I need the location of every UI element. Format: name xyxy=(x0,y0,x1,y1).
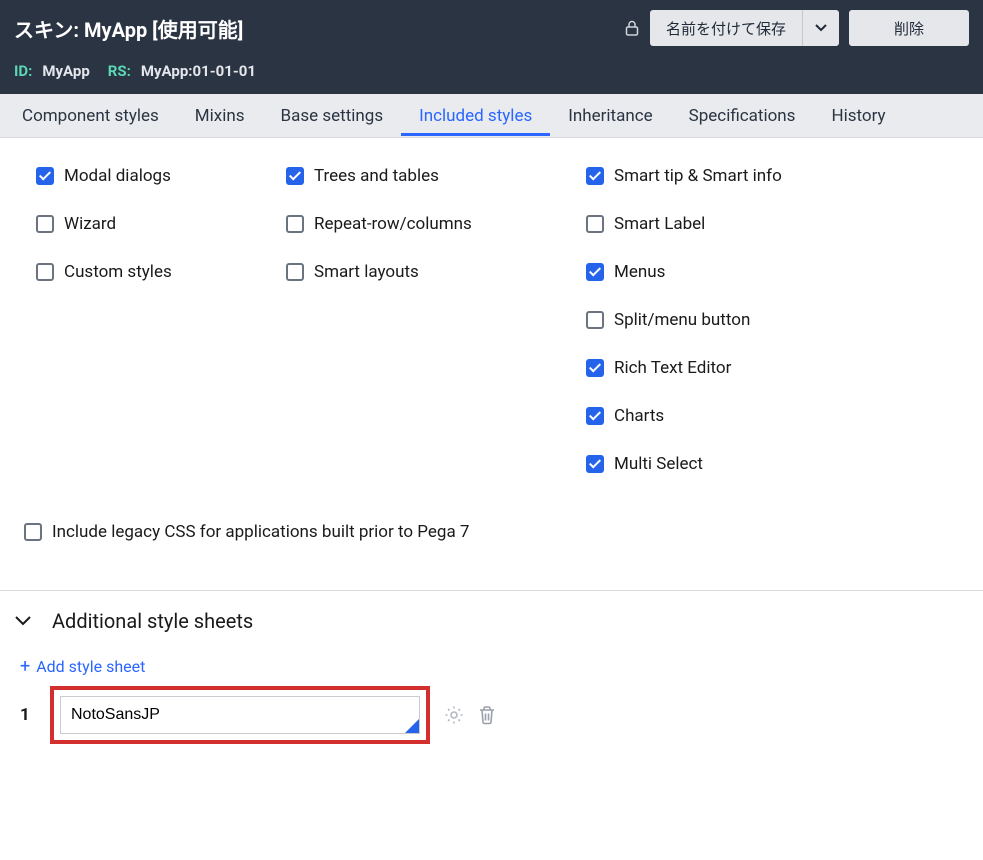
checkbox-input[interactable] xyxy=(586,359,604,377)
row-index: 1 xyxy=(20,705,36,725)
checkbox-label: Smart Label xyxy=(614,214,705,234)
style-sheet-row: 1 xyxy=(0,686,983,768)
checkbox-trees-tables[interactable]: Trees and tables xyxy=(286,166,546,186)
legacy-css-row: Include legacy CSS for applications buil… xyxy=(24,522,947,570)
tab-specifications[interactable]: Specifications xyxy=(671,96,814,136)
add-style-sheet-label: Add style sheet xyxy=(36,657,145,676)
checkbox-input[interactable] xyxy=(586,167,604,185)
checkbox-col-1: Modal dialogs Wizard Custom styles xyxy=(36,166,246,474)
checkbox-label: Smart tip & Smart info xyxy=(614,166,782,186)
checkbox-input[interactable] xyxy=(586,263,604,281)
gear-icon[interactable] xyxy=(444,705,464,725)
additional-styles-header: Additional style sheets xyxy=(0,591,983,651)
checkbox-wizard[interactable]: Wizard xyxy=(36,214,246,234)
rs-label: RS: xyxy=(108,62,131,80)
chevron-down-icon[interactable] xyxy=(14,612,32,630)
checkbox-label: Smart layouts xyxy=(314,262,419,282)
tab-history[interactable]: History xyxy=(813,96,903,136)
style-sheet-input[interactable] xyxy=(60,696,420,734)
checkbox-label: Include legacy CSS for applications buil… xyxy=(52,522,470,542)
checkbox-smart-label[interactable]: Smart Label xyxy=(586,214,947,234)
checkbox-label: Custom styles xyxy=(64,262,172,282)
input-wrap xyxy=(60,696,420,734)
tab-content: Modal dialogs Wizard Custom styles Trees… xyxy=(0,138,983,590)
tab-component-styles[interactable]: Component styles xyxy=(4,96,177,136)
checkbox-grid: Modal dialogs Wizard Custom styles Trees… xyxy=(36,166,947,474)
highlight-box xyxy=(50,686,430,744)
row-actions xyxy=(444,705,496,725)
lock-icon xyxy=(624,18,640,38)
checkbox-input[interactable] xyxy=(286,215,304,233)
tab-inheritance[interactable]: Inheritance xyxy=(550,96,670,136)
checkbox-input[interactable] xyxy=(586,311,604,329)
save-as-caret-button[interactable] xyxy=(803,10,839,46)
checkbox-split-menu-button[interactable]: Split/menu button xyxy=(586,310,947,330)
checkbox-multi-select[interactable]: Multi Select xyxy=(586,454,947,474)
checkbox-modal-dialogs[interactable]: Modal dialogs xyxy=(36,166,246,186)
id-label: ID: xyxy=(14,62,32,80)
checkbox-input[interactable] xyxy=(36,167,54,185)
save-as-button[interactable]: 名前を付けて保存 xyxy=(650,10,803,46)
checkbox-label: Menus xyxy=(614,262,665,282)
checkbox-menus[interactable]: Menus xyxy=(586,262,947,282)
checkbox-input[interactable] xyxy=(36,263,54,281)
checkbox-input[interactable] xyxy=(36,215,54,233)
checkbox-rich-text-editor[interactable]: Rich Text Editor xyxy=(586,358,947,378)
tab-bar: Component styles Mixins Base settings In… xyxy=(0,94,983,138)
add-style-sheet-link[interactable]: + Add style sheet xyxy=(0,651,983,686)
checkbox-smart-layouts[interactable]: Smart layouts xyxy=(286,262,546,282)
app-header: スキン: MyApp [使用可能] 名前を付けて保存 削除 ID: MyApp … xyxy=(0,0,983,94)
id-value: MyApp xyxy=(42,62,89,80)
section-title: Additional style sheets xyxy=(52,609,253,633)
checkbox-legacy-css[interactable]: Include legacy CSS for applications buil… xyxy=(24,522,470,542)
checkbox-label: Charts xyxy=(614,406,664,426)
rs-value: MyApp:01-01-01 xyxy=(141,62,256,80)
header-row: スキン: MyApp [使用可能] 名前を付けて保存 削除 xyxy=(14,10,969,46)
plus-icon: + xyxy=(20,658,30,676)
checkbox-label: Modal dialogs xyxy=(64,166,171,186)
checkbox-label: Repeat-row/columns xyxy=(314,214,472,234)
checkbox-input[interactable] xyxy=(286,167,304,185)
tab-mixins[interactable]: Mixins xyxy=(177,96,263,136)
checkbox-label: Rich Text Editor xyxy=(614,358,731,378)
checkbox-col-3: Smart tip & Smart info Smart Label Menus… xyxy=(586,166,947,474)
checkbox-repeat-row-columns[interactable]: Repeat-row/columns xyxy=(286,214,546,234)
header-meta: ID: MyApp RS: MyApp:01-01-01 xyxy=(14,62,969,80)
checkbox-label: Trees and tables xyxy=(314,166,439,186)
checkbox-label: Wizard xyxy=(64,214,116,234)
checkbox-input[interactable] xyxy=(24,523,42,541)
page-title: スキン: MyApp [使用可能] xyxy=(14,14,243,43)
delete-button[interactable]: 削除 xyxy=(849,10,969,46)
checkbox-charts[interactable]: Charts xyxy=(586,406,947,426)
trash-icon[interactable] xyxy=(478,705,496,725)
checkbox-col-2: Trees and tables Repeat-row/columns Smar… xyxy=(286,166,546,474)
checkbox-custom-styles[interactable]: Custom styles xyxy=(36,262,246,282)
checkbox-label: Split/menu button xyxy=(614,310,750,330)
checkbox-input[interactable] xyxy=(286,263,304,281)
checkbox-smart-tip-info[interactable]: Smart tip & Smart info xyxy=(586,166,947,186)
tab-base-settings[interactable]: Base settings xyxy=(263,96,402,136)
checkbox-input[interactable] xyxy=(586,215,604,233)
tab-included-styles[interactable]: Included styles xyxy=(401,96,550,136)
header-actions: 名前を付けて保存 削除 xyxy=(624,10,969,46)
save-as-group: 名前を付けて保存 xyxy=(650,10,839,46)
checkbox-label: Multi Select xyxy=(614,454,703,474)
checkbox-input[interactable] xyxy=(586,455,604,473)
checkbox-input[interactable] xyxy=(586,407,604,425)
